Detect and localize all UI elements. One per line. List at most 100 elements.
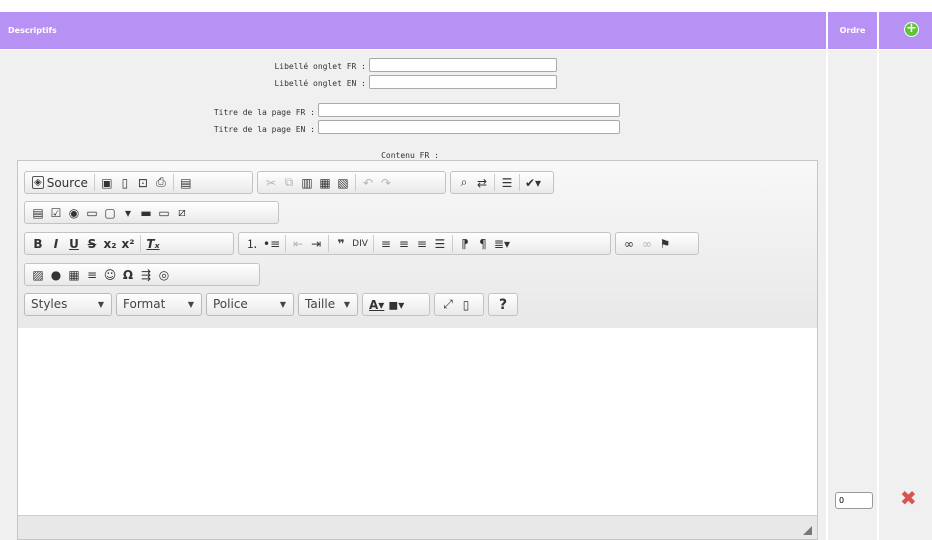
textarea-icon[interactable]: ▢ — [101, 203, 119, 222]
redo-icon[interactable]: ↷ — [377, 173, 395, 192]
titre-en-input[interactable] — [318, 120, 620, 134]
page-break-icon[interactable]: ⇶ — [137, 265, 155, 284]
bg-color-icon[interactable]: ◼▾ — [386, 295, 406, 314]
toolbar-separator — [372, 235, 374, 252]
image-button-icon[interactable]: ▭ — [155, 203, 173, 222]
ltr-icon[interactable]: ⁋ — [456, 234, 474, 253]
templates-icon[interactable]: ▤ — [177, 173, 195, 192]
align-right-icon[interactable]: ≡ — [413, 234, 431, 253]
styles-combo[interactable]: Styles ▼ — [24, 293, 112, 316]
find-icon[interactable]: ⌕ — [455, 173, 473, 192]
editor-toolbar: ◈ Source ▣ ▯ ⊡ ⎙ ▤ ✂ ⧉ ▥ ▦ ▧ ↶ ↷ ⌕ ⇄ ☰ ✔… — [18, 161, 817, 329]
bold-icon[interactable]: B — [29, 234, 47, 253]
rtl-icon[interactable]: ¶ — [474, 234, 492, 253]
close-icon[interactable]: ✖ — [900, 488, 917, 508]
paste-text-icon[interactable]: ▦ — [316, 173, 334, 192]
image-icon[interactable]: ▨ — [29, 265, 47, 284]
align-left-icon[interactable]: ≡ — [377, 234, 395, 253]
resize-handle-icon[interactable] — [803, 526, 812, 535]
toolbar-group-about: ? — [488, 293, 518, 316]
save-icon[interactable]: ▣ — [98, 173, 116, 192]
hidden-field-icon[interactable]: ⧄ — [173, 203, 191, 222]
button-field-icon[interactable]: ▬ — [137, 203, 155, 222]
cut-icon[interactable]: ✂ — [262, 173, 280, 192]
libelle-en-input[interactable] — [369, 75, 557, 89]
editor-status-bar — [18, 515, 817, 539]
blockquote-icon[interactable]: ❞ — [332, 234, 350, 253]
editor-content-area[interactable] — [18, 328, 817, 516]
special-char-icon[interactable]: Ω — [119, 265, 137, 284]
replace-icon[interactable]: ⇄ — [473, 173, 491, 192]
anchor-icon[interactable]: ⚑ — [656, 234, 674, 253]
about-button[interactable]: ? — [494, 295, 512, 314]
chevron-down-icon: ▼ — [97, 300, 104, 309]
titre-fr-input[interactable] — [318, 103, 620, 117]
format-combo[interactable]: Format ▼ — [116, 293, 202, 316]
page: Descriptifs Ordre + Libellé onglet FR : … — [0, 0, 932, 540]
outdent-icon[interactable]: ⇤ — [289, 234, 307, 253]
styles-label: Styles — [31, 297, 68, 311]
align-center-icon[interactable]: ≡ — [395, 234, 413, 253]
maximize-icon[interactable]: ⤢ — [439, 295, 457, 314]
subscript-icon[interactable]: x₂ — [101, 234, 119, 253]
language-icon[interactable]: ≣▾ — [492, 234, 512, 253]
superscript-icon[interactable]: x² — [119, 234, 137, 253]
add-header: + — [879, 12, 932, 49]
paste-word-icon[interactable]: ▧ — [334, 173, 352, 192]
create-div-icon[interactable]: DIV — [350, 234, 370, 253]
toolbar-separator — [494, 174, 495, 191]
table-icon[interactable]: ▦ — [65, 265, 83, 284]
form-icon[interactable]: ▤ — [29, 203, 47, 222]
remove-format-icon[interactable]: Tₓ — [144, 234, 162, 253]
toolbar-group-clipboard: ✂ ⧉ ▥ ▦ ▧ ↶ ↷ — [257, 171, 446, 194]
textfield-icon[interactable]: ▭ — [83, 203, 101, 222]
undo-icon[interactable]: ↶ — [359, 173, 377, 192]
chevron-down-icon: ▼ — [343, 300, 350, 309]
source-button[interactable]: ◈ Source — [29, 173, 91, 192]
checkbox-icon[interactable]: ☑ — [47, 203, 65, 222]
toolbar-group-forms: ▤ ☑ ◉ ▭ ▢ ▾ ▬ ▭ ⧄ — [24, 201, 279, 224]
new-page-icon[interactable]: ▯ — [116, 173, 134, 192]
preview-icon[interactable]: ⊡ — [134, 173, 152, 192]
paste-icon[interactable]: ▥ — [298, 173, 316, 192]
toolbar-separator — [140, 235, 141, 252]
flash-icon[interactable]: ● — [47, 265, 65, 284]
smiley-icon[interactable]: ☺ — [101, 265, 119, 284]
ordre-input[interactable] — [835, 492, 873, 509]
toolbar-group-editing: ⌕ ⇄ ☰ ✔▾ — [450, 171, 554, 194]
indent-icon[interactable]: ⇥ — [307, 234, 325, 253]
toolbar-group-links: ∞ ∞ ⚑ — [615, 232, 699, 255]
spellcheck-icon[interactable]: ✔▾ — [523, 173, 543, 192]
iframe-icon[interactable]: ◎ — [155, 265, 173, 284]
show-blocks-icon[interactable]: ▯ — [457, 295, 475, 314]
horizontal-rule-icon[interactable]: ≡ — [83, 265, 101, 284]
ordre-header: Ordre — [828, 12, 877, 49]
print-icon[interactable]: ⎙ — [152, 173, 170, 192]
italic-icon[interactable]: I — [47, 234, 65, 253]
toolbar-group-paragraph: ⒈ •≡ ⇤ ⇥ ❞ DIV ≡ ≡ ≡ ☰ ⁋ ¶ ≣▾ — [238, 232, 611, 255]
justify-icon[interactable]: ☰ — [431, 234, 449, 253]
descriptifs-header: Descriptifs — [0, 12, 826, 49]
link-icon[interactable]: ∞ — [620, 234, 638, 253]
strike-icon[interactable]: S — [83, 234, 101, 253]
select-all-icon[interactable]: ☰ — [498, 173, 516, 192]
contenu-fr-label: Contenu FR : — [381, 151, 439, 160]
plus-circle-icon[interactable]: + — [904, 22, 919, 37]
size-combo[interactable]: Taille ▼ — [298, 293, 358, 316]
toolbar-separator — [519, 174, 520, 191]
font-combo[interactable]: Police ▼ — [206, 293, 294, 316]
select-field-icon[interactable]: ▾ — [119, 203, 137, 222]
libelle-fr-input[interactable] — [369, 58, 557, 72]
toolbar-group-colors: A▾ ◼▾ — [362, 293, 430, 316]
bulleted-list-icon[interactable]: •≡ — [261, 234, 282, 253]
numbered-list-icon[interactable]: ⒈ — [243, 234, 261, 253]
libelle-en-label: Libellé onglet EN : — [274, 79, 366, 88]
text-color-icon[interactable]: A▾ — [367, 295, 386, 314]
toolbar-group-tools: ⤢ ▯ — [434, 293, 484, 316]
toolbar-group-basicstyles: B I U S x₂ x² Tₓ — [24, 232, 234, 255]
underline-icon[interactable]: U — [65, 234, 83, 253]
radio-icon[interactable]: ◉ — [65, 203, 83, 222]
unlink-icon[interactable]: ∞ — [638, 234, 656, 253]
copy-icon[interactable]: ⧉ — [280, 173, 298, 192]
police-label: Police — [213, 297, 248, 311]
